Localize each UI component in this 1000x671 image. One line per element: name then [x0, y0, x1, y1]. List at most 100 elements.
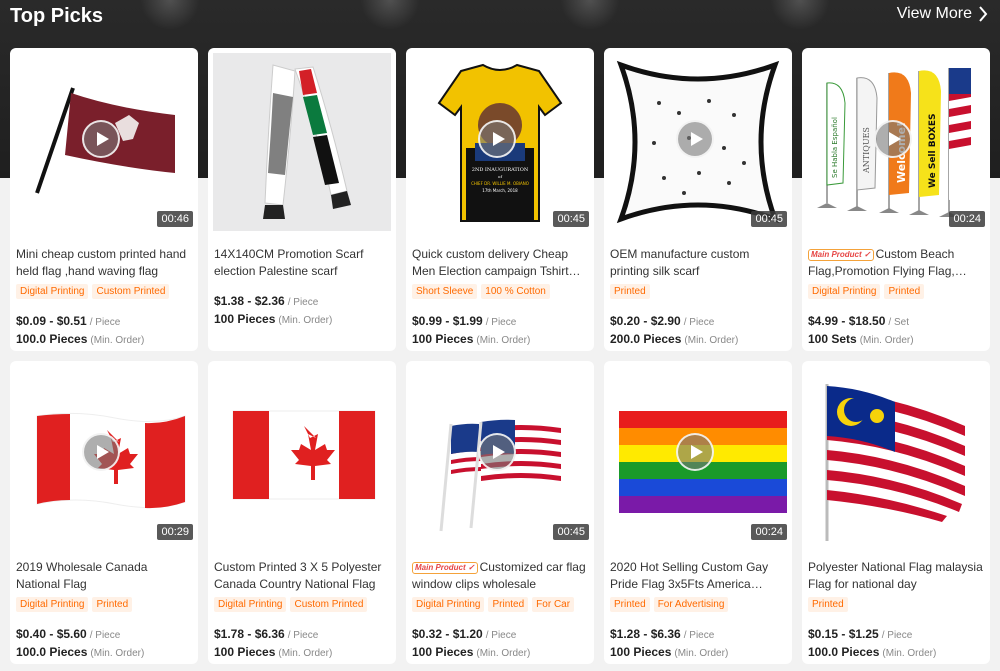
product-price: $0.32 - $1.20/ Piece: [412, 627, 517, 641]
min-order: 100.0 Pieces (Min. Order): [808, 645, 937, 659]
tag: Digital Printing: [214, 597, 287, 612]
svg-text:Se Habla Español: Se Habla Español: [831, 117, 839, 178]
section-title: Top Picks: [10, 5, 103, 27]
svg-text:CHIEF DR. WILLIE M. OBIANO: CHIEF DR. WILLIE M. OBIANO: [471, 181, 529, 186]
product-name[interactable]: OEM manufacture custom printing silk sca…: [610, 246, 786, 280]
spotlight: [360, 0, 420, 30]
play-video-icon[interactable]: [676, 120, 714, 158]
min-order: 100 Pieces (Min. Order): [412, 645, 531, 659]
tag: Digital Printing: [16, 597, 89, 612]
tag: Printed: [808, 597, 848, 612]
product-card[interactable]: 00:29 2019 Wholesale Canada National Fla…: [10, 361, 198, 664]
product-name[interactable]: Custom Printed 3 X 5 Polyester Canada Co…: [214, 559, 390, 593]
play-video-icon[interactable]: [874, 120, 912, 158]
tag: Printed: [488, 597, 529, 612]
video-duration: 00:24: [949, 211, 985, 227]
product-price: $0.20 - $2.90/ Piece: [610, 314, 715, 328]
tag: Short Sleeve: [412, 284, 478, 299]
tag: Digital Printing: [412, 597, 485, 612]
product-tags: Short Sleeve 100 % Cotton: [412, 284, 550, 299]
product-tags: Digital Printing Custom Printed: [16, 284, 170, 299]
svg-text:We Sell BOXES: We Sell BOXES: [928, 114, 938, 189]
product-card[interactable]: Polyester National Flag malaysia Flag fo…: [802, 361, 990, 664]
product-tags: Digital Printing Printed: [16, 597, 133, 612]
video-duration: 00:45: [751, 211, 787, 227]
product-card[interactable]: 00:46 Mini cheap custom printed hand hel…: [10, 48, 198, 351]
tag: Printed: [884, 284, 925, 299]
product-card[interactable]: 00:45 OEM manufacture custom printing si…: [604, 48, 792, 351]
product-price: $4.99 - $18.50/ Set: [808, 314, 909, 328]
svg-text:of: of: [498, 174, 502, 179]
product-price: $1.78 - $6.36/ Piece: [214, 627, 319, 641]
product-name[interactable]: Quick custom delivery Cheap Men Election…: [412, 246, 588, 280]
play-video-icon[interactable]: [82, 433, 120, 471]
view-more-label: View More: [896, 5, 972, 22]
product-price: $0.09 - $0.51/ Piece: [16, 314, 121, 328]
view-more-link[interactable]: View More: [897, 5, 988, 23]
spotlight: [770, 0, 830, 30]
product-tags: Digital Printing Custom Printed: [214, 597, 368, 612]
product-card[interactable]: 2ND INAUGURATION of CHIEF DR. WILLIE M. …: [406, 48, 594, 351]
product-price: $0.99 - $1.99/ Piece: [412, 314, 517, 328]
product-card[interactable]: Se Habla Español ANTIQUES Welcome! We Se…: [802, 48, 990, 351]
spotlight: [140, 0, 200, 30]
tag: For Car: [532, 597, 575, 612]
product-card[interactable]: 00:24 2020 Hot Selling Custom Gay Pride …: [604, 361, 792, 664]
product-name[interactable]: 14X140CM Promotion Scarf election Palest…: [214, 246, 390, 280]
min-order: 200.0 Pieces (Min. Order): [610, 332, 739, 346]
tag: Digital Printing: [808, 284, 881, 299]
min-order: 100 Pieces (Min. Order): [214, 645, 333, 659]
min-order: 100 Pieces (Min. Order): [412, 332, 531, 346]
min-order: 100.0 Pieces (Min. Order): [16, 645, 145, 659]
tag: 100 % Cotton: [481, 284, 550, 299]
play-video-icon[interactable]: [478, 120, 516, 158]
video-duration: 00:46: [157, 211, 193, 227]
tag: For Advertising: [653, 597, 729, 612]
video-duration: 00:45: [553, 211, 589, 227]
product-image: [807, 366, 985, 544]
product-name[interactable]: Main Product ✓ Customized car flag window…: [412, 559, 588, 593]
tag: Digital Printing: [16, 284, 89, 299]
main-product-badge: Main Product ✓: [412, 562, 478, 574]
product-name[interactable]: Polyester National Flag malaysia Flag fo…: [808, 559, 984, 593]
product-card[interactable]: 00:45 Main Product ✓ Customized car flag …: [406, 361, 594, 664]
product-tags: Digital Printing Printed: [808, 284, 925, 299]
product-tags: Printed For Advertising: [610, 597, 729, 612]
product-tags: Digital Printing Printed For Car: [412, 597, 575, 612]
product-price: $0.40 - $5.60/ Piece: [16, 627, 121, 641]
tag: Printed: [92, 597, 133, 612]
video-duration: 00:45: [553, 524, 589, 540]
product-card[interactable]: Custom Printed 3 X 5 Polyester Canada Co…: [208, 361, 396, 664]
product-name[interactable]: 2019 Wholesale Canada National Flag: [16, 559, 192, 593]
product-price: $0.15 - $1.25/ Piece: [808, 627, 913, 641]
product-name[interactable]: Mini cheap custom printed hand held flag…: [16, 246, 192, 280]
product-image: [213, 366, 391, 544]
min-order: 100 Sets (Min. Order): [808, 332, 914, 346]
play-video-icon[interactable]: [676, 433, 714, 471]
product-price: $1.28 - $6.36/ Piece: [610, 627, 715, 641]
tag: Custom Printed: [92, 284, 170, 299]
play-video-icon[interactable]: [82, 120, 120, 158]
tag: Printed: [610, 597, 650, 612]
tag: Printed: [610, 284, 650, 299]
spotlight: [560, 0, 620, 30]
min-order: 100 Pieces (Min. Order): [610, 645, 729, 659]
svg-text:ANTIQUES: ANTIQUES: [862, 127, 871, 174]
svg-text:17th March, 2018: 17th March, 2018: [482, 188, 518, 193]
play-video-icon[interactable]: [478, 433, 516, 471]
product-price: $1.38 - $2.36/ Piece: [214, 294, 319, 308]
product-name[interactable]: Main Product ✓ Custom Beach Flag,Promotio…: [808, 246, 984, 280]
product-card[interactable]: 14X140CM Promotion Scarf election Palest…: [208, 48, 396, 351]
product-name[interactable]: 2020 Hot Selling Custom Gay Pride Flag 3…: [610, 559, 786, 593]
product-tags: Printed: [808, 597, 848, 612]
product-grid: 00:46 Mini cheap custom printed hand hel…: [10, 48, 994, 664]
video-duration: 00:24: [751, 524, 787, 540]
video-duration: 00:29: [157, 524, 193, 540]
product-image: [213, 53, 391, 231]
min-order: 100.0 Pieces (Min. Order): [16, 332, 145, 346]
product-tags: Printed: [610, 284, 650, 299]
main-product-badge: Main Product ✓: [808, 249, 874, 261]
min-order: 100 Pieces (Min. Order): [214, 312, 333, 326]
chevron-right-icon: [979, 6, 988, 22]
tag: Custom Printed: [290, 597, 368, 612]
